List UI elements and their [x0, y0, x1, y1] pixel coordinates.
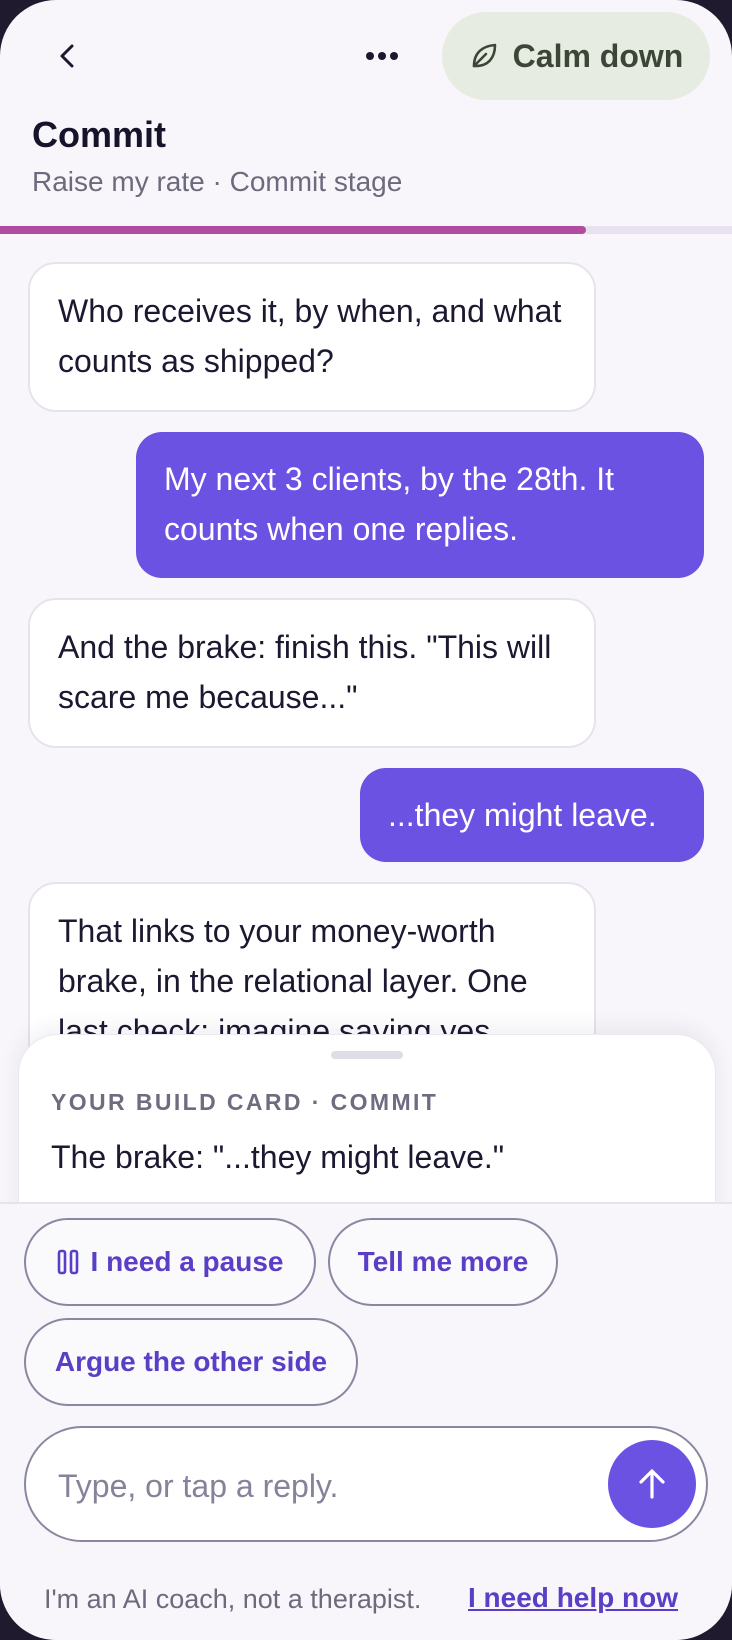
- argue-other-side-chip[interactable]: Argue the other side: [24, 1318, 358, 1406]
- calm-down-button[interactable]: Calm down: [442, 12, 710, 100]
- build-card-text: The brake: "...they might leave.": [51, 1139, 505, 1175]
- pause-chip-label: I need a pause: [90, 1246, 284, 1277]
- back-button[interactable]: [44, 30, 92, 82]
- sheet-drag-handle[interactable]: [331, 1051, 403, 1059]
- ellipsis-icon: [366, 52, 398, 60]
- stage-progress-fill: [0, 226, 586, 234]
- build-card-heading: YOUR BUILD CARD · COMMIT: [51, 1089, 439, 1115]
- coach-message: Who receives it, by when, and what count…: [28, 262, 596, 412]
- user-message: My next 3 clients, by the 28th. It count…: [136, 432, 704, 578]
- help-now-link[interactable]: I need help now: [468, 1582, 678, 1614]
- pause-chip[interactable]: I need a pause: [24, 1218, 316, 1306]
- arrow-up-icon: [639, 1469, 665, 1499]
- chat-screen: Calm down Commit Raise my rate · Commit …: [0, 0, 732, 1640]
- send-button[interactable]: [608, 1440, 696, 1528]
- reply-panel: I need a pause Tell me more Argue the ot…: [0, 1202, 732, 1640]
- composer: [24, 1426, 708, 1542]
- argue-other-side-label: Argue the other side: [54, 1346, 328, 1377]
- tell-me-more-chip[interactable]: Tell me more: [328, 1218, 558, 1306]
- pause-icon: [57, 1249, 78, 1275]
- leaf-icon: [472, 43, 496, 68]
- page-title: Commit: [32, 114, 166, 155]
- reply-input[interactable]: [58, 1458, 598, 1514]
- coach-message: And the brake: finish this. "This will s…: [28, 598, 596, 748]
- stage-progress-bar: [0, 226, 732, 234]
- ai-disclaimer: I'm an AI coach, not a therapist.: [44, 1584, 422, 1614]
- chevron-left-icon: [60, 44, 74, 68]
- calm-down-label: Calm down: [512, 37, 684, 74]
- more-options-button[interactable]: [358, 30, 406, 82]
- tell-me-more-label: Tell me more: [357, 1246, 529, 1277]
- user-message: ...they might leave.: [360, 768, 704, 862]
- page-subtitle: Raise my rate · Commit stage: [32, 166, 403, 197]
